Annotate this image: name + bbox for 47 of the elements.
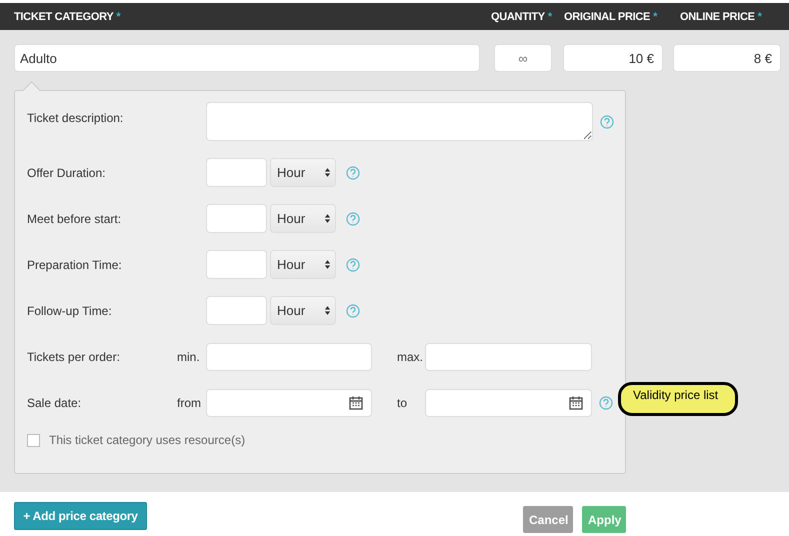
updown-icon	[324, 259, 331, 270]
calendar-icon[interactable]	[349, 396, 363, 410]
duration-field[interactable]	[206, 204, 267, 233]
max-field[interactable]	[425, 342, 592, 370]
updown-icon	[324, 305, 331, 316]
to-label: to	[397, 396, 408, 410]
unit-select[interactable]: Hour	[270, 250, 336, 279]
checkbox-label: This ticket category uses resource(s)	[49, 433, 246, 447]
unit-select[interactable]: Hour	[270, 204, 336, 233]
updown-icon	[324, 167, 331, 178]
field-label: Meet before start:	[27, 212, 122, 226]
field-label: Sale date:	[27, 396, 82, 410]
to-date-field[interactable]	[425, 388, 592, 416]
help-icon[interactable]	[346, 212, 360, 226]
unit-select[interactable]: Hour	[270, 158, 336, 187]
field-label: Tickets per order:	[27, 350, 121, 364]
duration-field[interactable]	[206, 158, 267, 187]
column-header: QUANTITY *	[491, 10, 553, 22]
checkbox[interactable]	[27, 434, 40, 446]
duration-field[interactable]	[206, 250, 267, 279]
help-icon[interactable]	[346, 304, 360, 318]
from-date-field[interactable]	[206, 388, 372, 416]
field-label: Preparation Time:	[27, 258, 123, 272]
help-icon[interactable]	[599, 396, 613, 410]
updown-icon	[324, 213, 331, 224]
column-header: TICKET CATEGORY *	[14, 10, 122, 22]
duration-field[interactable]	[206, 296, 267, 325]
callout-note: Validity price list	[618, 382, 738, 416]
field-label: Ticket description:	[27, 111, 124, 125]
online-price-field[interactable]: 8 €	[673, 44, 781, 72]
min-field[interactable]	[206, 342, 372, 370]
help-icon[interactable]	[346, 166, 360, 180]
from-label: from	[177, 396, 202, 410]
quantity-field[interactable]: ∞	[494, 44, 552, 72]
help-icon[interactable]	[346, 258, 360, 272]
max-label: max.	[397, 350, 424, 364]
min-label: min.	[177, 350, 201, 364]
category-name-field[interactable]: Adulto	[14, 44, 480, 72]
field-label: Offer Duration:	[27, 166, 106, 180]
field-label: Follow-up Time:	[27, 304, 113, 318]
calendar-icon[interactable]	[569, 396, 583, 410]
original-price-field[interactable]: 10 €	[563, 44, 663, 72]
column-header: ORIGINAL PRICE *	[564, 10, 658, 22]
help-icon[interactable]	[600, 115, 614, 129]
description-field[interactable]	[206, 102, 593, 141]
column-header: ONLINE PRICE *	[680, 10, 763, 22]
unit-select[interactable]: Hour	[270, 296, 336, 325]
